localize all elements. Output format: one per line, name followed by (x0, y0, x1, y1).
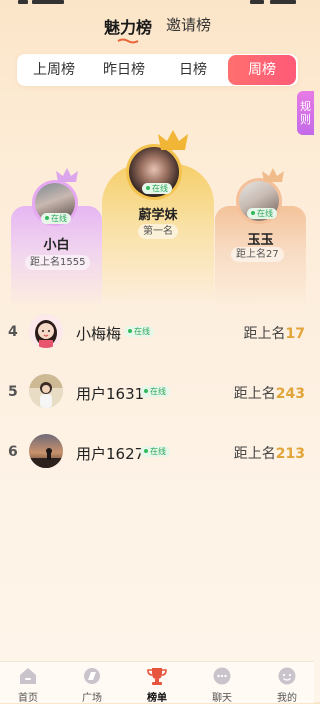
user-name: 用户1631 (76, 385, 145, 403)
podium-third[interactable]: 在线 玉玉 距上名27 (215, 168, 306, 308)
avatar[interactable] (29, 434, 63, 468)
rank-gap: 距上名17 (243, 326, 305, 342)
rank-number: 6 (8, 444, 18, 460)
rank-gap: 距上名243 (233, 386, 305, 402)
online-badge: 在线 (140, 446, 170, 457)
nav-profile[interactable]: 我的 (256, 662, 318, 704)
user-name: 用户1627 (76, 445, 145, 463)
leaderboard-tabs: 魅力榜 邀请榜 (0, 14, 314, 44)
online-badge: 在线 (140, 386, 170, 397)
avatar[interactable] (29, 374, 63, 408)
period-daily[interactable]: 日榜 (165, 54, 221, 86)
online-badge: 在线 (142, 183, 172, 194)
bottom-nav: 首页 广场 榜单 聊天 我的 (0, 661, 314, 704)
user-name: 小梅梅 (76, 325, 122, 343)
trophy-icon (147, 668, 167, 685)
list-item[interactable]: 4 小梅梅 在线 距上名17 (0, 310, 314, 354)
podium-name: 小白 (43, 238, 70, 253)
square-icon (84, 668, 100, 684)
list-item[interactable]: 5 用户1631 在线 距上名243 (0, 370, 314, 414)
tab-underline-icon (117, 38, 139, 44)
nav-home[interactable]: 首页 (0, 662, 59, 704)
chat-icon (213, 667, 231, 685)
podium-first[interactable]: 在线 蔚学妹 第一名 (102, 130, 214, 306)
tab-charm[interactable]: 魅力榜 (104, 14, 152, 38)
profile-icon (278, 667, 296, 685)
status-icon (18, 0, 28, 4)
rank-number: 5 (8, 384, 18, 400)
rank-gap: 距上名213 (233, 446, 305, 462)
rules-label: 则 (300, 113, 311, 126)
tab-invite[interactable]: 邀请榜 (166, 14, 211, 35)
period-selector: 上周榜 昨日榜 日榜 周榜 (17, 54, 298, 86)
status-time (270, 0, 296, 4)
nav-ranking[interactable]: 榜单 (126, 662, 188, 704)
period-yesterday[interactable]: 昨日榜 (93, 54, 155, 86)
battery-icon (250, 0, 264, 4)
avatar-photo (29, 434, 63, 468)
crown-icon (262, 168, 284, 182)
podium-name: 蔚学妹 (138, 208, 178, 223)
rules-tab[interactable]: 规 则 (297, 91, 314, 135)
avatar[interactable] (29, 314, 63, 348)
online-badge: 在线 (247, 208, 277, 219)
podium-gap: 距上名1555 (25, 255, 91, 270)
podium-name: 玉玉 (247, 233, 274, 248)
podium-gap: 距上名27 (231, 247, 284, 262)
online-badge: 在线 (41, 213, 71, 224)
rules-label: 规 (300, 100, 311, 113)
online-badge: 在线 (124, 326, 154, 337)
home-icon (20, 668, 36, 684)
status-bar (0, 0, 314, 8)
avatar-photo (29, 374, 63, 408)
status-icon (32, 0, 64, 4)
nav-chat[interactable]: 聊天 (191, 662, 253, 704)
rank-number: 4 (8, 324, 18, 340)
period-weekly[interactable]: 周榜 (228, 55, 296, 85)
avatar-illustration (29, 314, 63, 348)
list-item[interactable]: 6 用户1627 在线 距上名213 (0, 430, 314, 474)
podium-second[interactable]: 在线 小白 距上名1555 (11, 168, 102, 308)
crown-icon (56, 168, 78, 182)
crown-icon (158, 130, 188, 150)
nav-square[interactable]: 广场 (61, 662, 123, 704)
period-last-week[interactable]: 上周榜 (25, 54, 83, 86)
podium-gap: 第一名 (138, 224, 178, 239)
